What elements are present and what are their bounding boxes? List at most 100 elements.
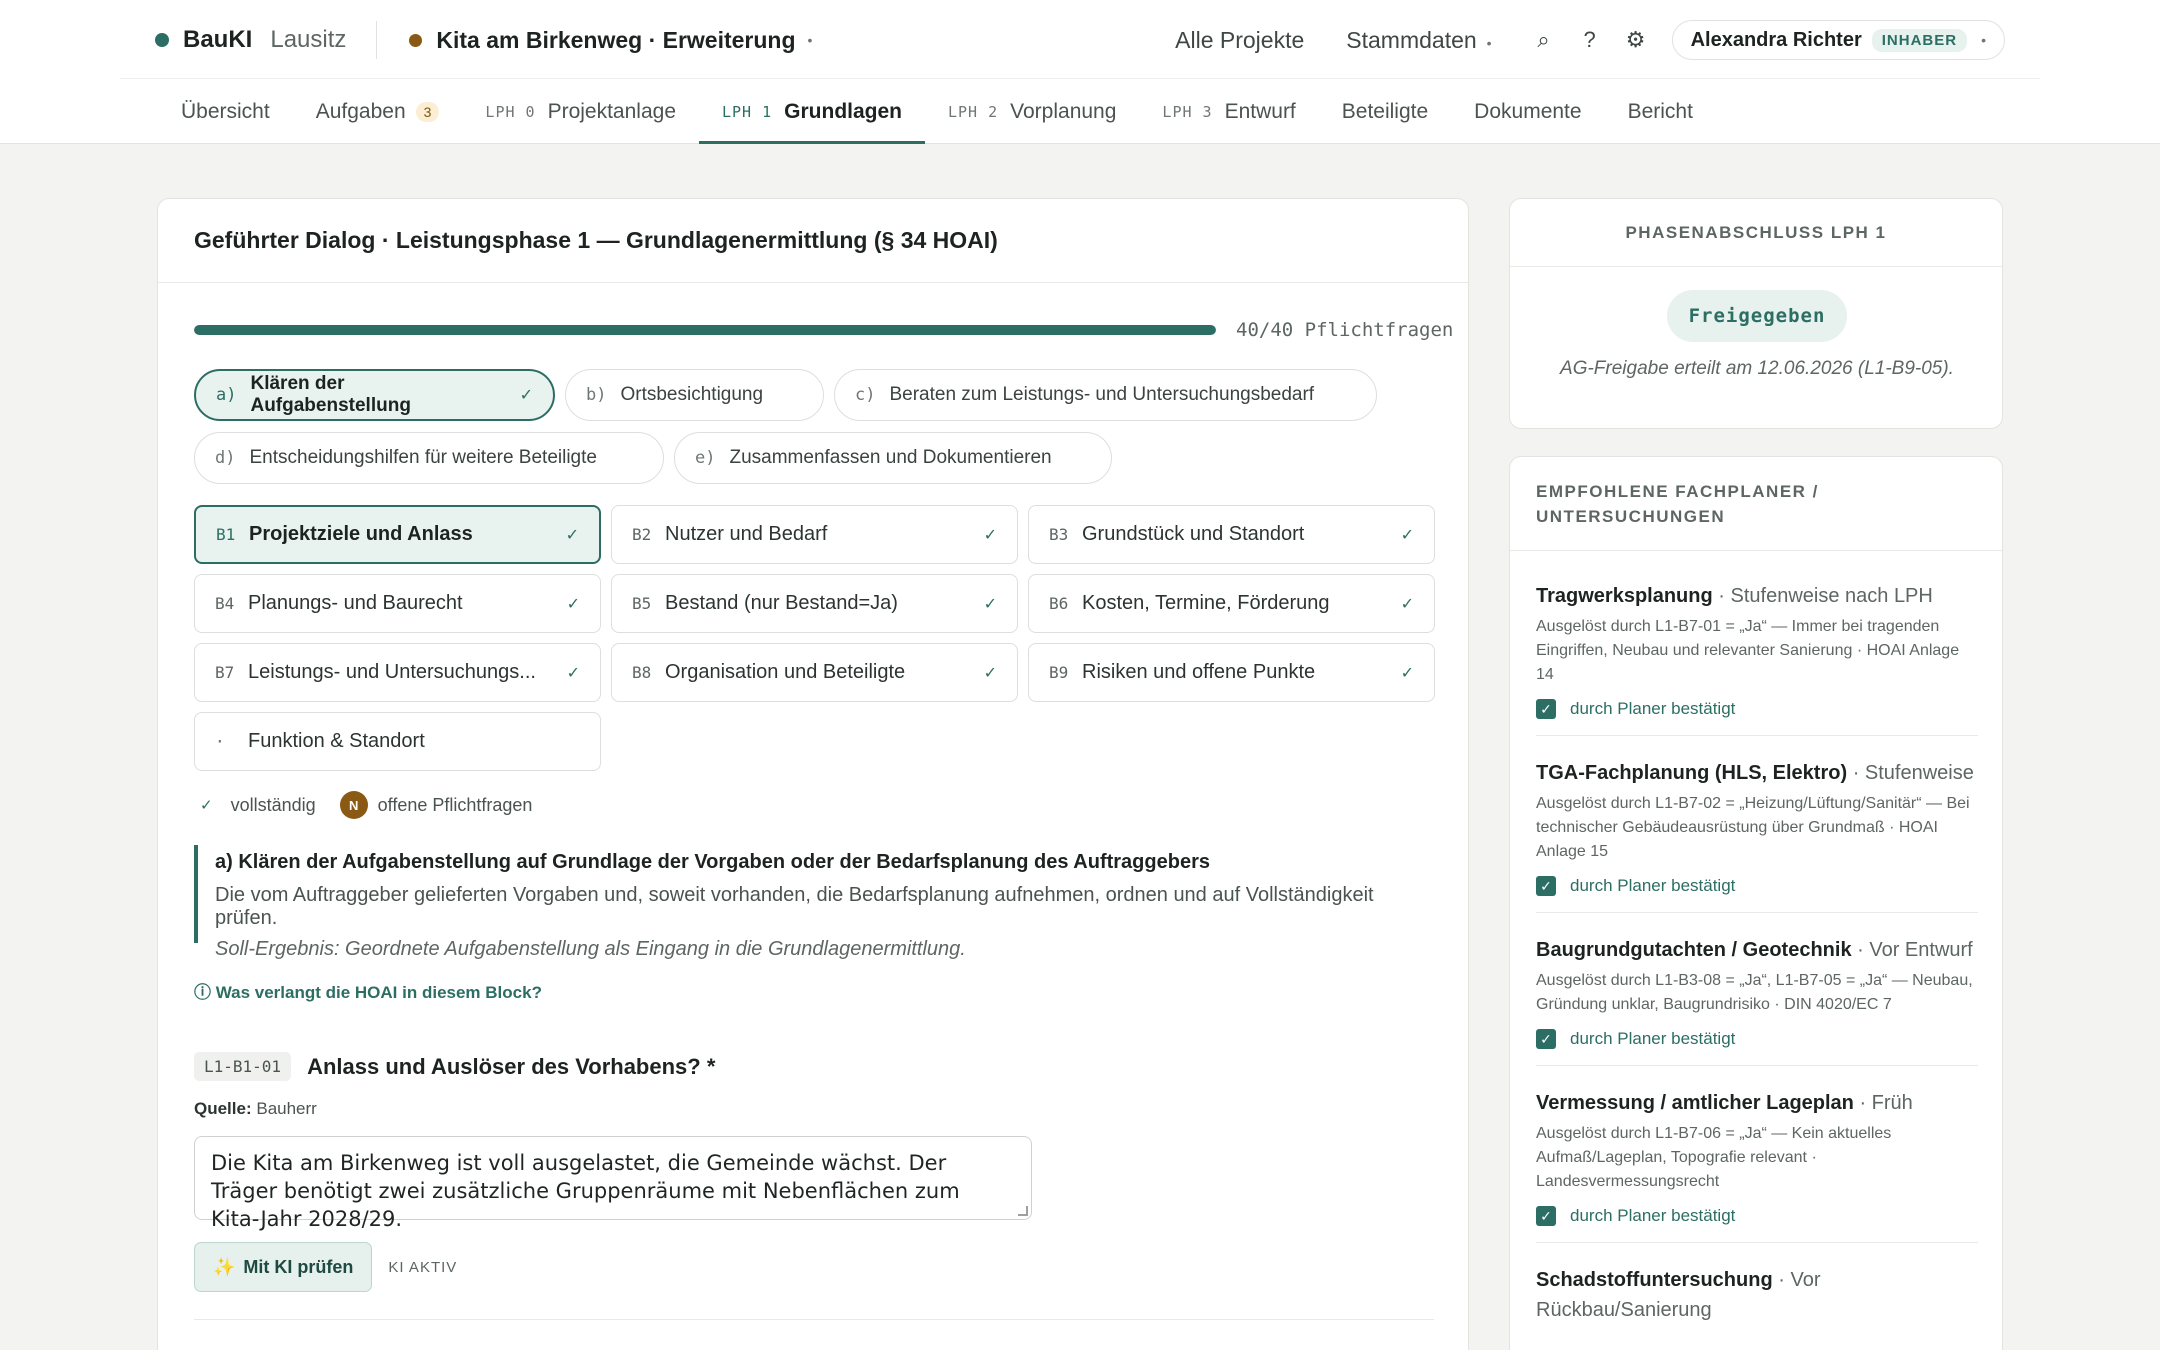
tab-lph0[interactable]: LPH 0 Projektanlage — [462, 80, 699, 144]
confirmed-label: durch Planer bestätigt — [1570, 876, 1736, 895]
recommendation-name: Vermessung / amtlicher Lageplan — [1536, 1092, 1854, 1114]
user-menu[interactable]: Alexandra Richter INHABER • — [1671, 20, 2005, 60]
callout-title: a) Klären der Aufgabenstellung auf Grund… — [215, 851, 1210, 873]
planner-confirmed-checkbox[interactable]: ✓ durch Planer bestätigt — [1536, 1029, 1978, 1049]
gear-icon[interactable]: ⚙ — [1626, 27, 1646, 53]
tab-participants[interactable]: Beteiligte — [1319, 80, 1451, 144]
subtask-pill-d[interactable]: d) Entscheidungshilfen für weitere Betei… — [194, 432, 664, 484]
recommendations-list: Tragwerksplanung · Stufenweise nach LPH … — [1536, 581, 1978, 1350]
ai-status: KI AKTIV — [388, 1258, 458, 1276]
nav-all-projects-label: Alle Projekte — [1175, 26, 1305, 53]
chevron-down-icon[interactable]: • — [808, 32, 813, 48]
block-label: Projektziele und Anlass — [249, 523, 473, 545]
recommendation-title: Vermessung / amtlicher Lageplan · Früh — [1536, 1092, 1913, 1114]
block-b8[interactable]: B8 Organisation und Beteiligte ✓ — [611, 643, 1018, 702]
recommendation-item: Baugrundgutachten / Geotechnik · Vor Ent… — [1536, 935, 1978, 1066]
check-icon: ✓ — [983, 526, 997, 544]
subtask-pill-b[interactable]: b) Ortsbesichtigung — [565, 369, 824, 421]
planner-confirmed-checkbox[interactable]: ✓ durch Planer bestätigt — [1536, 1206, 1978, 1226]
resize-handle-icon[interactable] — [1018, 1206, 1028, 1216]
recommendation-item: Vermessung / amtlicher Lageplan · Früh A… — [1536, 1088, 1978, 1243]
planner-confirmed-checkbox[interactable]: ✓ durch Planer bestätigt — [1536, 699, 1978, 719]
tab-label: Grundlagen — [784, 100, 902, 123]
pill-letter: b) — [586, 385, 607, 405]
check-icon: ✓ — [1400, 595, 1414, 613]
pill-label: Entscheidungshilfen für weitere Beteilig… — [249, 447, 597, 468]
block-function-location[interactable]: · Funktion & Standort — [194, 712, 601, 771]
nav-all-projects[interactable]: Alle Projekte — [1175, 27, 1304, 54]
block-code: · — [215, 732, 225, 751]
brand-name[interactable]: BauKI — [183, 26, 252, 54]
task-description-callout: a) Klären der Aufgabenstellung auf Grund… — [194, 845, 1434, 960]
header-actions: Alle Projekte Stammdaten • ⌕ ? ⚙ Alexandr… — [1175, 20, 2005, 60]
search-icon[interactable]: ⌕ — [1534, 27, 1554, 53]
status-legend: ✓ vollständig N offene Pflichtfragen — [200, 791, 532, 819]
block-label: Grundstück und Standort — [1082, 523, 1305, 545]
block-b2[interactable]: B2 Nutzer und Bedarf ✓ — [611, 505, 1018, 564]
block-b4[interactable]: B4 Planungs- und Baurecht ✓ — [194, 574, 601, 633]
block-label: Kosten, Termine, Förderung — [1082, 592, 1330, 614]
confirmed-label: durch Planer bestätigt — [1570, 1029, 1736, 1048]
block-code: B1 — [216, 525, 236, 544]
recommendation-trigger: Ausgelöst durch L1-B3-08 = „Ja“, L1-B7-0… — [1536, 972, 1973, 1013]
pill-label: Zusammenfassen und Dokumentieren — [729, 447, 1052, 468]
planner-confirmed-checkbox[interactable]: ✓ durch Planer bestätigt — [1536, 876, 1978, 896]
tab-label: Entwurf — [1224, 100, 1296, 123]
tab-phase-code: LPH 1 — [722, 103, 773, 121]
tab-overview[interactable]: Übersicht — [158, 80, 293, 144]
block-label: Organisation und Beteiligte — [665, 661, 906, 683]
progress-bar — [194, 325, 1216, 335]
user-name: Alexandra Richter — [1690, 28, 1862, 51]
subtask-pill-a[interactable]: a) Klären der Aufgabenstellung ✓ — [194, 369, 555, 421]
check-icon: ✓ — [1400, 526, 1414, 544]
help-icon[interactable]: ? — [1580, 27, 1600, 53]
pill-letter: a) — [216, 385, 237, 405]
check-icon: ✓ — [565, 526, 579, 544]
tab-report[interactable]: Bericht — [1605, 80, 1716, 144]
block-label: Bestand (nur Bestand=Ja) — [665, 592, 898, 614]
tab-lph1[interactable]: LPH 1 Grundlagen — [699, 80, 925, 144]
question-header: L1-B1-01 Anlass und Auslöser des Vorhabe… — [194, 1052, 715, 1081]
block-b9[interactable]: B9 Risiken und offene Punkte ✓ — [1028, 643, 1435, 702]
block-b1[interactable]: B1 Projektziele und Anlass ✓ — [194, 505, 601, 564]
recommendation-timing: Früh — [1871, 1092, 1913, 1114]
block-label: Planungs- und Baurecht — [248, 592, 463, 614]
tab-label: Vorplanung — [1010, 100, 1117, 123]
block-b3[interactable]: B3 Grundstück und Standort ✓ — [1028, 505, 1435, 564]
question-blocks-grid: B1 Projektziele und Anlass ✓ B2 Nutzer u… — [194, 505, 1435, 771]
checkbox-checked-icon: ✓ — [1536, 876, 1556, 896]
hoai-info-link[interactable]: ⓘ Was verlangt die HOAI in diesem Block? — [194, 978, 542, 1003]
check-icon: ✓ — [200, 797, 213, 814]
tab-label: Projektanlage — [547, 100, 676, 123]
tab-phase-code: LPH 3 — [1162, 103, 1213, 121]
recommendation-timing: Vor Entwurf — [1869, 939, 1973, 961]
brand-region: Lausitz — [270, 26, 347, 53]
project-switcher[interactable]: Kita am Birkenweg · Erweiterung — [436, 27, 795, 54]
answer-textarea[interactable]: Die Kita am Birkenweg ist voll ausgelast… — [194, 1136, 1032, 1231]
block-label: Funktion & Standort — [248, 730, 425, 752]
recommendation-title: Tragwerksplanung · Stufenweise nach LPH — [1536, 585, 1933, 607]
block-b6[interactable]: B6 Kosten, Termine, Förderung ✓ — [1028, 574, 1435, 633]
block-b7[interactable]: B7 Leistungs- und Untersuchungs... ✓ — [194, 643, 601, 702]
card-title: Geführter Dialog · Leistungsphase 1 — Gr… — [158, 199, 1468, 283]
check-icon: ✓ — [983, 664, 997, 682]
tab-tasks[interactable]: Aufgaben 3 — [293, 80, 463, 144]
block-code: B9 — [1049, 663, 1069, 682]
nav-master-data[interactable]: Stammdaten • — [1346, 27, 1491, 54]
header-divider — [376, 21, 378, 59]
subtask-pill-c[interactable]: c) Beraten zum Leistungs- und Untersuchu… — [834, 369, 1377, 421]
block-label: Leistungs- und Untersuchungs... — [248, 661, 536, 683]
block-b5[interactable]: B5 Bestand (nur Bestand=Ja) ✓ — [611, 574, 1018, 633]
tab-lph3[interactable]: LPH 3 Entwurf — [1139, 80, 1318, 144]
chevron-down-icon: • — [1486, 34, 1492, 51]
recommendation-item: Tragwerksplanung · Stufenweise nach LPH … — [1536, 581, 1978, 736]
tab-lph2[interactable]: LPH 2 Vorplanung — [925, 80, 1139, 144]
subtask-pill-e[interactable]: e) Zusammenfassen und Dokumentieren — [674, 432, 1112, 484]
top-bar: BauKI Lausitz Kita am Birkenweg · Erweit… — [0, 0, 2160, 144]
phase-close-title: PHASENABSCHLUSS LPH 1 — [1510, 199, 2002, 267]
recommendation-title: TGA-Fachplanung (HLS, Elektro) · Stufenw… — [1536, 762, 1974, 784]
answer-text: Die Kita am Birkenweg ist voll ausgelast… — [211, 1151, 960, 1231]
tab-documents[interactable]: Dokumente — [1451, 80, 1604, 144]
ai-check-button[interactable]: ✨ Mit KI prüfen — [194, 1242, 373, 1292]
tab-phase-code: LPH 0 — [485, 103, 536, 121]
